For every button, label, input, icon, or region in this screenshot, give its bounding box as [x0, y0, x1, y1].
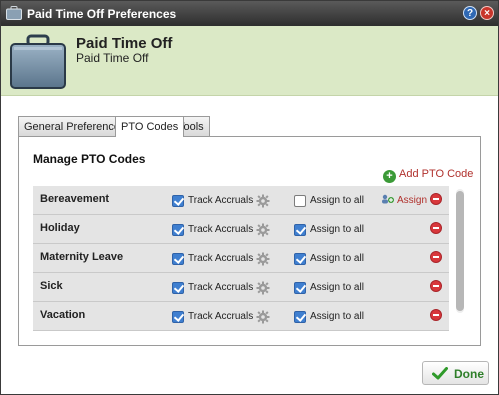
pto-code-name: Holiday — [40, 222, 80, 234]
add-pto-code-label: Add PTO Code — [399, 168, 474, 180]
window-title: Paid Time Off Preferences — [27, 7, 177, 21]
add-pto-code-link[interactable]: + Add PTO Code — [383, 168, 473, 183]
briefcase-icon — [10, 34, 66, 89]
header-banner: Paid Time Off Paid Time Off — [1, 26, 498, 96]
remove-icon[interactable] — [430, 222, 442, 234]
track-accruals-label: Track Accruals — [188, 311, 254, 322]
pto-code-name: Bereavement — [40, 193, 110, 205]
track-accruals-checkbox[interactable] — [172, 253, 184, 265]
pto-code-row: Sick Track Accruals Assign to all — [33, 273, 449, 302]
panel-title: Manage PTO Codes — [33, 152, 146, 166]
assign-to-all-label: Assign to all — [310, 195, 364, 206]
track-accruals-label: Track Accruals — [188, 282, 254, 293]
title-bar: Paid Time Off Preferences ? × — [1, 1, 498, 26]
pto-code-name: Vacation — [40, 309, 86, 321]
pto-preferences-window: Paid Time Off Preferences ? × Paid Time … — [0, 0, 499, 395]
plus-icon: + — [383, 170, 396, 183]
pto-code-list: Bereavement Track Accruals Assign to all As… — [33, 186, 455, 332]
close-icon[interactable]: × — [480, 6, 494, 20]
scrollbar-thumb[interactable] — [456, 191, 464, 311]
tab-pto-codes[interactable]: PTO Codes — [115, 116, 185, 137]
assign-to-all-checkbox[interactable] — [294, 282, 306, 294]
gear-icon[interactable] — [256, 252, 270, 266]
remove-icon[interactable] — [430, 280, 442, 292]
assign-to-all-checkbox[interactable] — [294, 253, 306, 265]
assign-to-all-checkbox[interactable] — [294, 195, 306, 207]
track-accruals-label: Track Accruals — [188, 195, 254, 206]
pto-code-row: Bereavement Track Accruals Assign to all As… — [33, 186, 449, 215]
pto-codes-panel: Manage PTO Codes + Add PTO Code Bereaveme… — [18, 136, 481, 346]
pto-code-name: Sick — [40, 280, 63, 292]
checkmark-icon — [432, 367, 448, 380]
track-accruals-checkbox[interactable] — [172, 195, 184, 207]
assign-to-all-checkbox[interactable] — [294, 224, 306, 236]
help-icon[interactable]: ? — [463, 6, 477, 20]
assign-to-all-label: Assign to all — [310, 224, 364, 235]
list-scrollbar[interactable] — [456, 189, 464, 313]
gear-icon[interactable] — [256, 223, 270, 237]
track-accruals-checkbox[interactable] — [172, 311, 184, 323]
briefcase-icon — [6, 6, 22, 20]
remove-icon[interactable] — [430, 309, 442, 321]
track-accruals-checkbox[interactable] — [172, 224, 184, 236]
pto-code-row: Maternity Leave Track Accruals Assign to a… — [33, 244, 449, 273]
track-accruals-label: Track Accruals — [188, 253, 254, 264]
assign-to-all-checkbox[interactable] — [294, 311, 306, 323]
remove-icon[interactable] — [430, 251, 442, 263]
gear-icon[interactable] — [256, 194, 270, 208]
remove-icon[interactable] — [430, 193, 442, 205]
pto-code-name: Maternity Leave — [40, 251, 124, 263]
header-title: Paid Time Off — [76, 35, 173, 52]
track-accruals-checkbox[interactable] — [172, 282, 184, 294]
assign-link-label: Assign — [397, 195, 428, 206]
assign-to-all-label: Assign to all — [310, 282, 364, 293]
assign-to-all-label: Assign to all — [310, 253, 364, 264]
assign-users-icon — [382, 194, 394, 204]
done-label: Done — [454, 367, 484, 381]
track-accruals-label: Track Accruals — [188, 224, 254, 235]
done-button[interactable]: Done — [422, 361, 489, 385]
header-subtitle: Paid Time Off — [76, 51, 149, 65]
assign-to-all-label: Assign to all — [310, 311, 364, 322]
pto-code-row: Holiday Track Accruals Assign to all — [33, 215, 449, 244]
gear-icon[interactable] — [256, 281, 270, 295]
assign-link[interactable]: Assign — [381, 194, 427, 206]
pto-code-row: Vacation Track Accruals Assign to all — [33, 302, 449, 331]
gear-icon[interactable] — [256, 310, 270, 324]
